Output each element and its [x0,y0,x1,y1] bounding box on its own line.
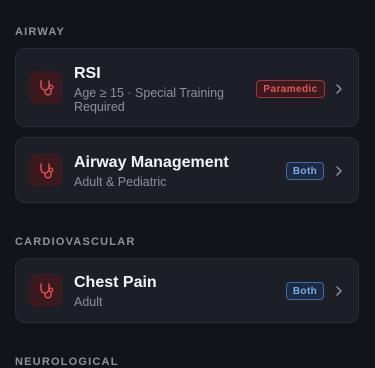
card-subtitle: Adult [74,295,103,309]
protocol-card-airway-management[interactable]: Airway Management Adult & Pediatric Both [15,137,359,203]
card-title: Chest Pain [74,274,157,291]
scope-badge: Both [286,162,324,180]
section-title-airway: AIRWAY [15,26,65,38]
stethoscope-icon [29,71,62,104]
scope-badge: Both [286,282,324,300]
card-subtitle: Age ≥ 15 · Special Training Required [74,86,224,114]
stethoscope-icon [29,154,62,187]
card-subtitle: Adult & Pediatric [74,175,167,189]
chevron-right-icon [336,166,342,176]
section-title-cardiovascular: CARDIOVASCULAR [15,236,136,248]
scope-badge: Paramedic [256,80,325,98]
section-title-neurological: NEUROLOGICAL [15,356,119,368]
chevron-right-icon [336,84,342,94]
stethoscope-icon [29,274,62,307]
protocol-card-rsi[interactable]: RSI Age ≥ 15 · Special Training Required… [15,48,359,127]
card-title: Airway Management [74,154,229,171]
protocol-card-chest-pain[interactable]: Chest Pain Adult Both [15,258,359,323]
card-title: RSI [74,65,101,82]
chevron-right-icon [336,286,342,296]
